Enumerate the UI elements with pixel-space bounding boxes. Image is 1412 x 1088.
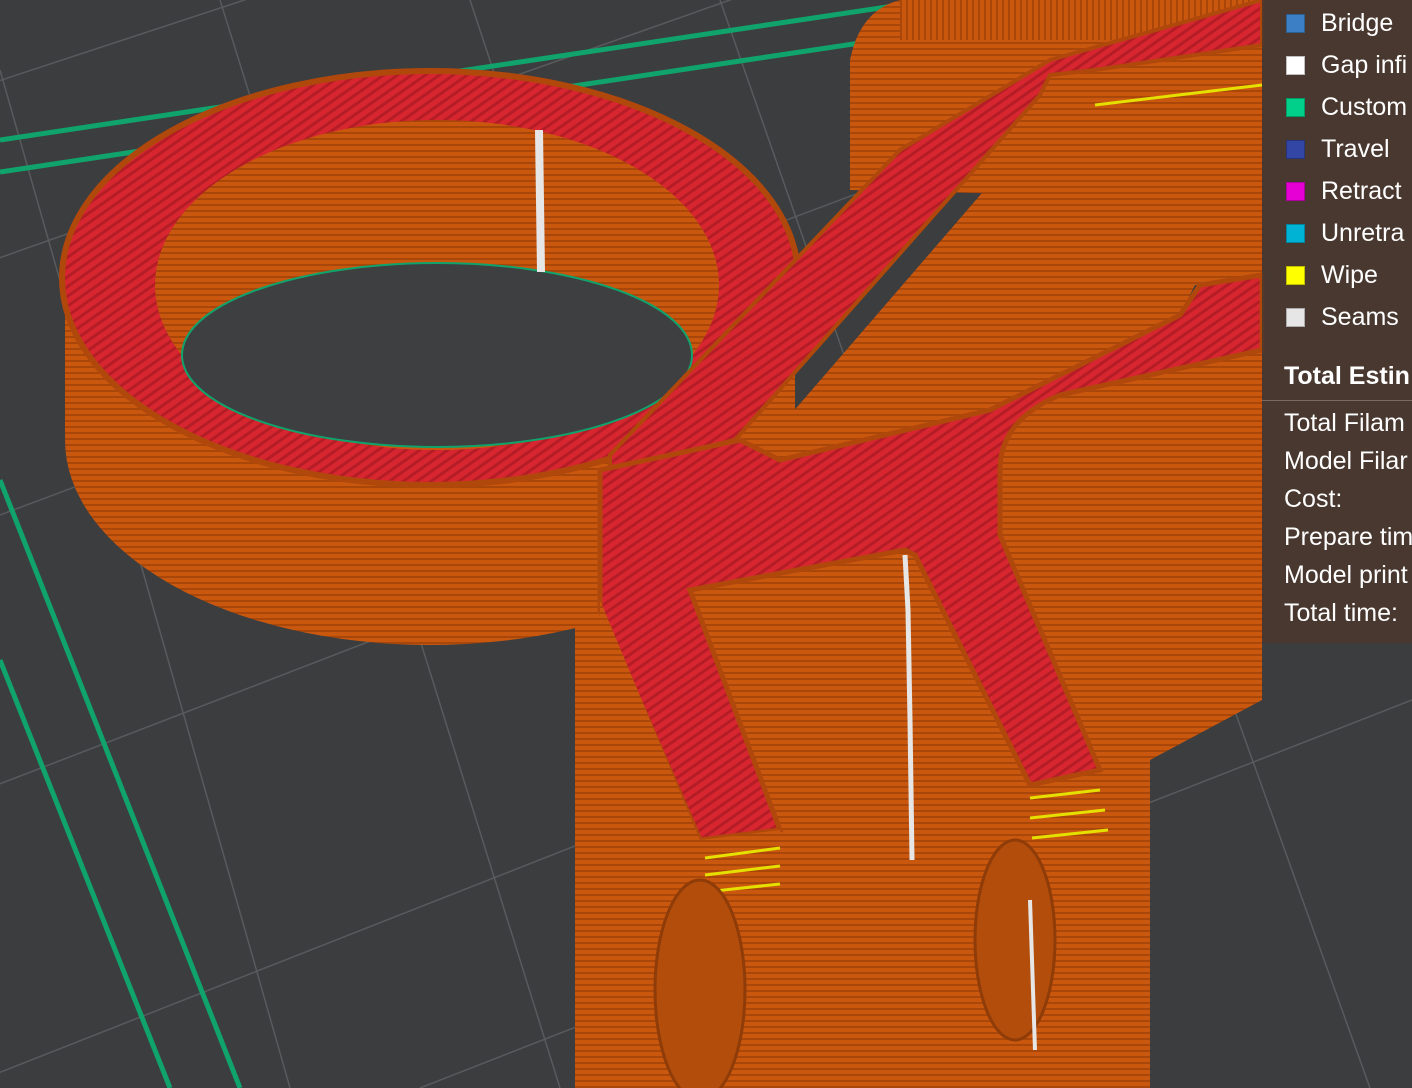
stat-model-filament: Model Filar [1284, 447, 1408, 475]
travel-swatch [1286, 139, 1305, 159]
stat-model-print-time: Model print [1284, 561, 1408, 589]
wipe-swatch [1286, 265, 1305, 285]
summary-divider [1262, 400, 1412, 401]
legend-item-wipe[interactable]: Wipe [1262, 255, 1412, 295]
stat-total-filament: Total Filam [1284, 409, 1405, 437]
legend-item-gap-infill[interactable]: Gap infi [1262, 45, 1412, 85]
legend-item-custom[interactable]: Custom [1262, 87, 1412, 127]
legend-item-travel[interactable]: Travel [1262, 129, 1412, 169]
legend-label: Travel [1321, 135, 1390, 163]
custom-swatch [1286, 97, 1305, 117]
seams-swatch [1286, 307, 1305, 327]
gap-infill-swatch [1286, 55, 1305, 75]
legend-label: Retract [1321, 177, 1402, 205]
legend-label: Custom [1321, 93, 1408, 121]
estimate-title: Total Estin [1284, 362, 1410, 390]
legend-label: Seams [1321, 303, 1399, 331]
stat-total-time: Total time: [1284, 599, 1398, 627]
legend-item-retract[interactable]: Retract [1262, 171, 1412, 211]
retract-swatch [1286, 181, 1305, 201]
stat-cost: Cost: [1284, 485, 1343, 513]
legend-label: Bridge [1321, 9, 1394, 37]
gcode-preview-viewport[interactable] [0, 0, 1412, 1088]
legend-item-unretract[interactable]: Unretra [1262, 213, 1412, 253]
legend-item-bridge[interactable]: Bridge [1262, 3, 1412, 43]
stat-prepare-time: Prepare tim [1284, 523, 1412, 551]
legend-label: Gap infi [1321, 51, 1408, 79]
bridge-swatch [1286, 13, 1305, 33]
legend-label: Unretra [1321, 219, 1405, 247]
legend-label: Wipe [1321, 261, 1378, 289]
unretract-swatch [1286, 223, 1305, 243]
legend-panel: Bridge Gap infi Custom Travel Retract Un… [1262, 0, 1412, 643]
seam-line [535, 129, 545, 273]
legend-item-seams[interactable]: Seams [1262, 297, 1412, 337]
